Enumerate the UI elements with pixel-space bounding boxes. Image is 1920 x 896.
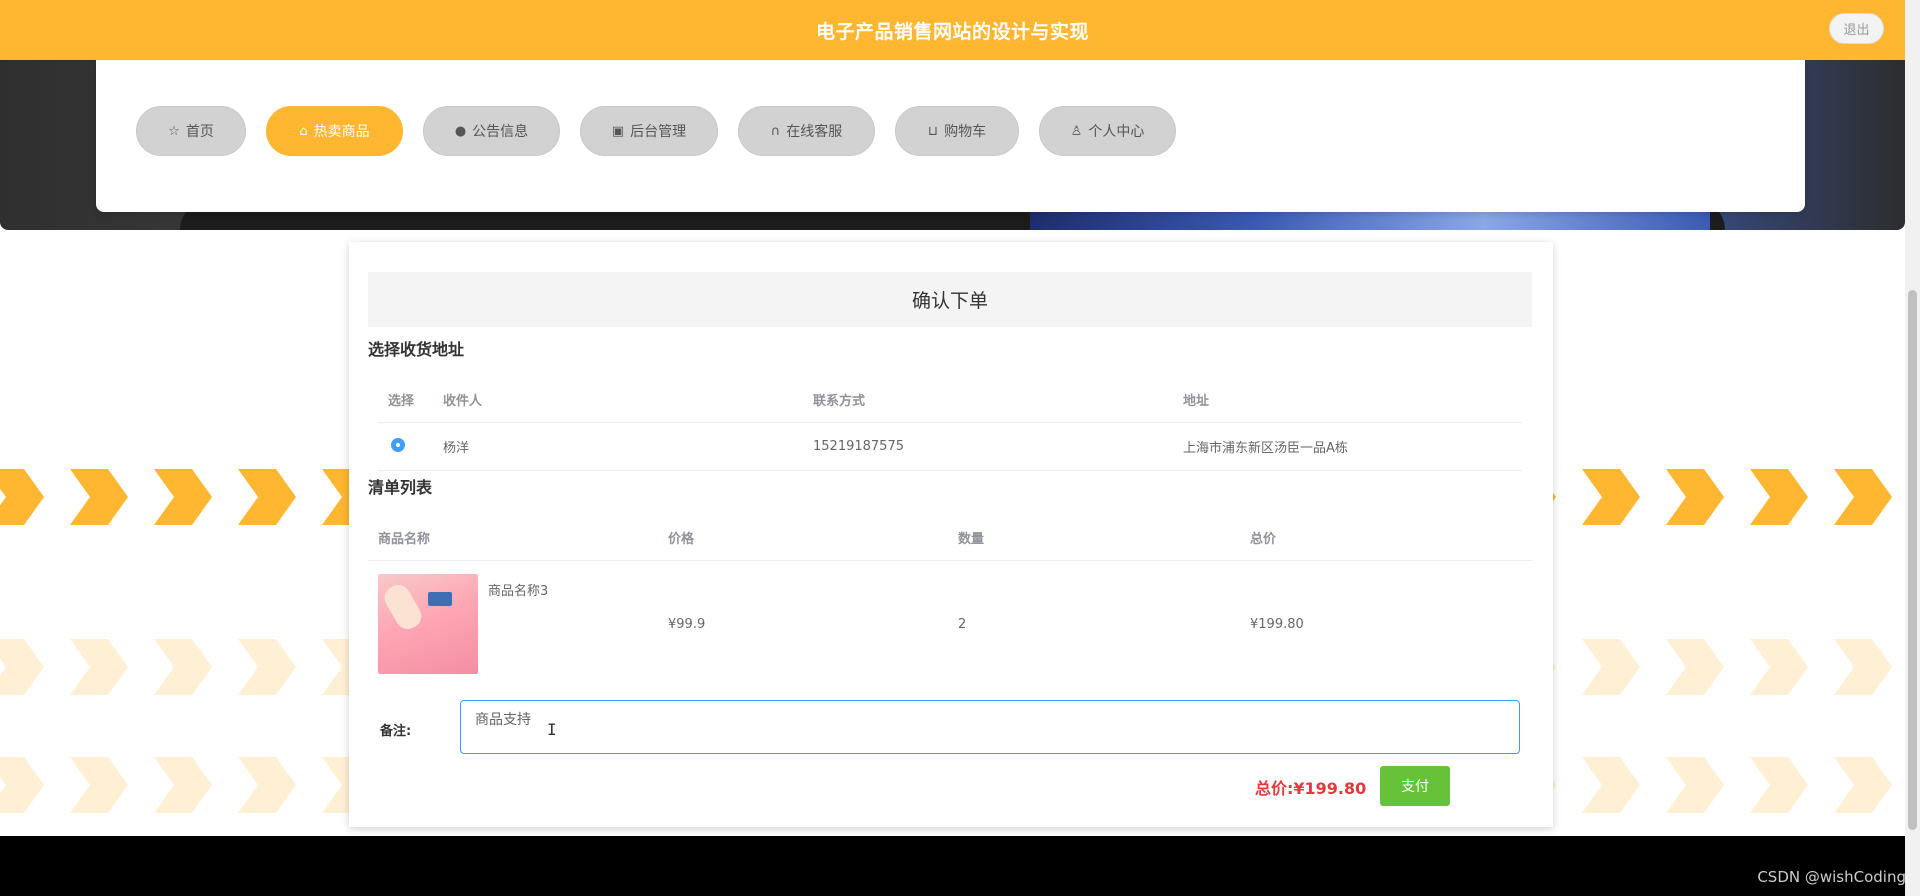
column-header: 联系方式 — [813, 393, 866, 409]
remark-label: 备注: — [380, 724, 412, 739]
chevron-shape — [1582, 639, 1640, 695]
chevron-shape — [238, 469, 296, 525]
chevron-shape — [238, 757, 296, 813]
column-header: 商品名称 — [378, 531, 431, 547]
chevron-shape — [1834, 639, 1892, 695]
logout-button[interactable]: 退出 — [1829, 13, 1884, 44]
address-radio[interactable] — [391, 437, 405, 452]
chevron-shape — [1582, 757, 1640, 813]
chevron-shape — [1666, 757, 1724, 813]
chevron-shape — [154, 757, 212, 813]
cart-icon: ⊔ — [927, 123, 939, 139]
product-name: 商品名称3 — [488, 584, 549, 599]
nav-item-label: 个人中心 — [1088, 124, 1145, 140]
chevron-shape — [154, 469, 212, 525]
chevron-shape — [1750, 639, 1808, 695]
table-row: 商品名称3 ¥99.9 2 ¥199.80 — [368, 561, 1532, 687]
chevron-shape — [70, 639, 128, 695]
chevron-shape — [70, 757, 128, 813]
column-header: 收件人 — [443, 393, 483, 409]
nav-item-label: 首页 — [185, 124, 214, 140]
nav-item-label: 热卖商品 — [313, 124, 370, 140]
nav-item-label: 公告信息 — [472, 124, 529, 140]
order-total: 总价:¥199.80 — [1255, 779, 1367, 798]
price-cell: ¥99.9 — [668, 616, 706, 632]
nav-item-label: 后台管理 — [630, 124, 687, 140]
column-header: 地址 — [1183, 393, 1210, 409]
chevron-shape — [70, 469, 128, 525]
chevron-shape — [1834, 469, 1892, 525]
chevron-shape — [1750, 469, 1808, 525]
nav-item-cart[interactable]: ⊔ 购物车 — [895, 106, 1019, 156]
column-header: 数量 — [958, 531, 985, 547]
table-header-row: 选择 收件人 联系方式 地址 — [378, 376, 1522, 423]
nav-item-label: 购物车 — [944, 124, 987, 140]
table-row[interactable]: 杨洋 15219187575 上海市浦东新区汤臣一品A栋 — [378, 423, 1522, 471]
chevron-shape — [1666, 469, 1724, 525]
footer — [0, 836, 1905, 896]
chevron-shape — [154, 639, 212, 695]
text-cursor-icon: I — [547, 720, 557, 739]
bag-icon: ⌂ — [299, 123, 308, 139]
address-table: 选择 收件人 联系方式 地址 杨洋 15219187575 上海市浦东新区汤臣一… — [378, 376, 1522, 471]
recipient-cell: 杨洋 — [443, 441, 470, 456]
chevron-shape — [1750, 757, 1808, 813]
column-header: 总价 — [1250, 531, 1277, 547]
column-header: 价格 — [668, 531, 695, 547]
remark-field[interactable] — [460, 700, 1520, 754]
page-scrollbar[interactable] — [1905, 0, 1920, 896]
order-panel: 确认下单 选择收货地址 选择 收件人 联系方式 地址 杨洋 1521918757… — [349, 242, 1553, 827]
nav-item-admin[interactable]: ▣ 后台管理 — [580, 106, 718, 156]
nav-card: ☆ 首页 ⌂ 热卖商品 ● 公告信息 ▣ 后台管理 ∩ 在线客服 ⊔ 购物车 ♙… — [96, 60, 1805, 212]
pay-button[interactable]: 支付 — [1380, 766, 1450, 806]
chevron-shape — [1666, 639, 1724, 695]
nav-item-customer-service[interactable]: ∩ 在线客服 — [738, 106, 875, 156]
nav-item-hot-products[interactable]: ⌂ 热卖商品 — [266, 106, 403, 156]
top-header: 电子产品销售网站的设计与实现 退出 — [0, 0, 1905, 60]
product-thumbnail[interactable] — [378, 574, 478, 674]
order-title: 确认下单 — [368, 272, 1532, 327]
address-section-title: 选择收货地址 — [368, 340, 465, 359]
chevron-shape — [238, 639, 296, 695]
watermark: CSDN @wishCoding — [1757, 868, 1906, 886]
nav-item-home[interactable]: ☆ 首页 — [136, 106, 246, 156]
chevron-shape — [1834, 757, 1892, 813]
nav-item-announcements[interactable]: ● 公告信息 — [423, 106, 560, 156]
quantity-cell: 2 — [958, 616, 967, 632]
chevron-shape — [1582, 469, 1640, 525]
list-section-title: 清单列表 — [368, 478, 433, 497]
nav-item-label: 在线客服 — [786, 124, 843, 140]
info-circle-icon: ● — [454, 123, 467, 139]
chevron-shape — [0, 757, 44, 813]
chevron-shape — [0, 469, 44, 525]
table-header-row: 商品名称 价格 数量 总价 — [368, 514, 1532, 561]
main-nav: ☆ 首页 ⌂ 热卖商品 ● 公告信息 ▣ 后台管理 ∩ 在线客服 ⊔ 购物车 ♙… — [136, 106, 1176, 156]
site-title: 电子产品销售网站的设计与实现 — [815, 20, 1089, 43]
goods-table: 商品名称 价格 数量 总价 商品名称3 ¥99.9 2 ¥199.80 — [368, 514, 1532, 687]
briefcase-icon: ▣ — [611, 123, 625, 139]
headset-icon: ∩ — [770, 123, 781, 139]
column-header: 选择 — [388, 393, 415, 409]
scrollbar-thumb[interactable] — [1908, 290, 1917, 830]
phone-cell: 15219187575 — [813, 439, 904, 454]
address-cell: 上海市浦东新区汤臣一品A栋 — [1183, 441, 1348, 456]
total-cell: ¥199.80 — [1250, 616, 1304, 632]
star-icon: ☆ — [168, 123, 180, 139]
chevron-shape — [0, 639, 44, 695]
nav-item-profile[interactable]: ♙ 个人中心 — [1039, 106, 1176, 156]
user-icon: ♙ — [1070, 123, 1083, 139]
